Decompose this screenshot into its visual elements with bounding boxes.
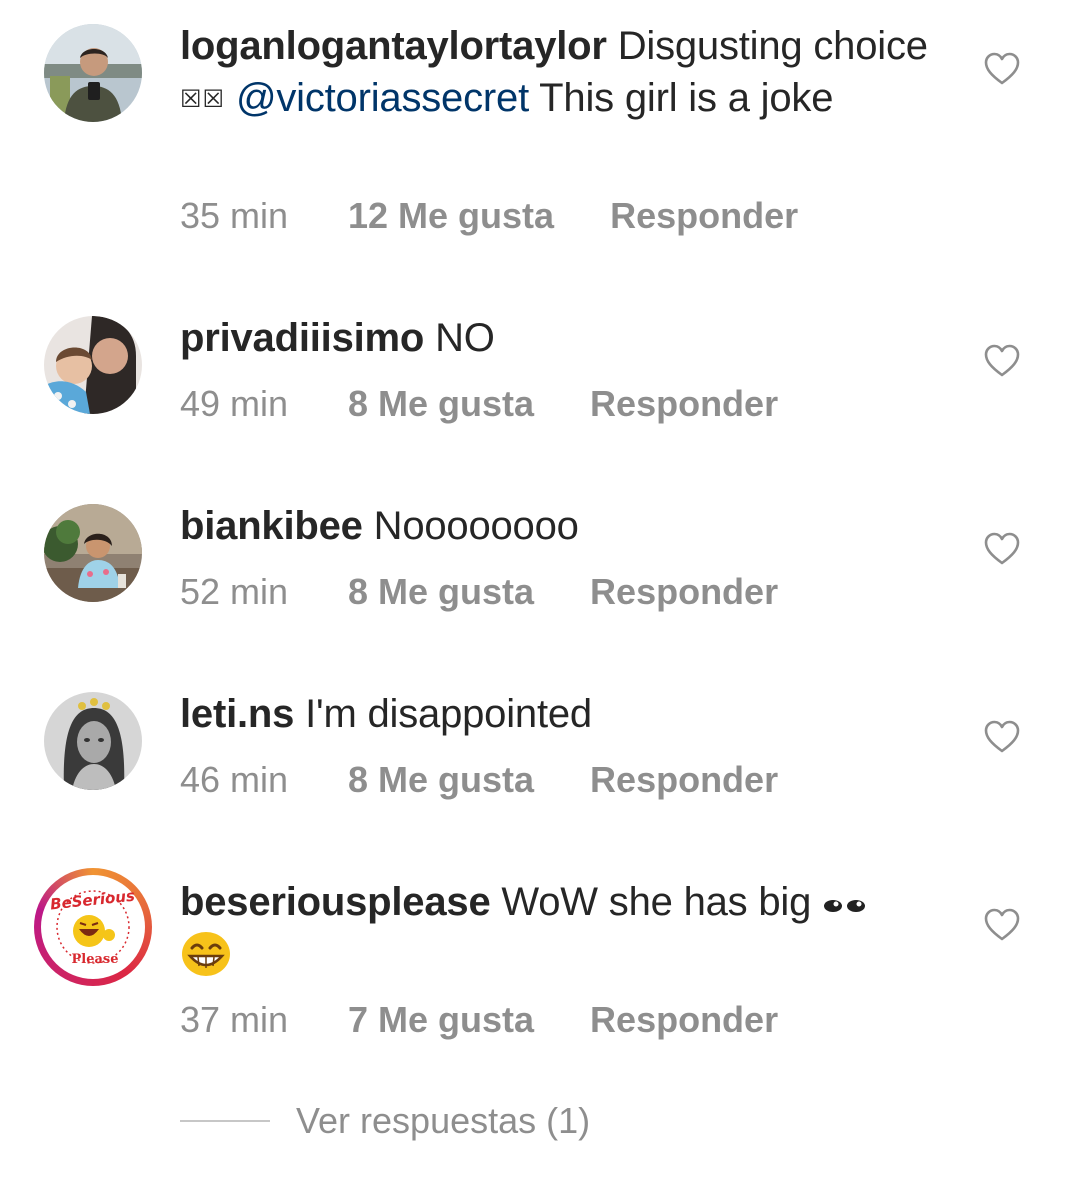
comment-meta: 35 min 12 Me gusta Responder [180,194,798,238]
comment-body: WoW she has big [501,880,812,924]
comment-text: beseriousplease WoW she has big [180,876,970,991]
view-replies-label: Ver respuestas (1) [296,1100,591,1141]
user-photo-girl-bw-icon [44,692,142,790]
comment-text: loganlogantaylortaylor Disgusting choice… [180,20,970,126]
user-photo-two-people-icon [44,316,142,414]
comment-meta: 52 min 8 Me gusta Responder [180,570,778,614]
likes-count[interactable]: 12 Me gusta [348,194,554,238]
like-heart-icon[interactable] [984,344,1020,378]
comment-text: leti.ns I'm disappointed [180,688,970,740]
avatar[interactable] [44,316,142,414]
reply-button[interactable]: Responder [590,382,778,426]
like-heart-icon[interactable] [984,532,1020,566]
logo-text-bottom: Please [72,952,119,967]
grinning-face-emoji-icon [180,930,232,991]
comment-body: Disgusting choice [617,24,928,68]
avatar[interactable] [44,24,142,122]
comment-meta: 49 min 8 Me gusta Responder [180,382,778,426]
comment-username[interactable]: privadiiisimo [180,316,424,360]
reply-button[interactable]: Responder [590,758,778,802]
comment-body-continued: This girl is a joke [528,76,834,120]
comment-time: 52 min [180,571,289,612]
comment-meta: 46 min 8 Me gusta Responder [180,758,778,802]
mention-link[interactable]: @victoriassecret [236,76,529,120]
eyes-emoji-icon [822,878,868,930]
likes-count[interactable]: 8 Me gusta [348,570,534,614]
unknown-glyphs: ☒☒ [180,86,226,113]
avatar[interactable] [44,692,142,790]
like-heart-icon[interactable] [984,720,1020,754]
avatar-with-story-ring[interactable]: BeSerious Please [34,868,152,986]
like-heart-icon[interactable] [984,52,1020,86]
comment-time: 35 min [180,195,289,236]
comment-username[interactable]: leti.ns [180,692,294,736]
divider-line [180,1120,270,1122]
like-heart-icon[interactable] [984,908,1020,942]
comment-body: Noooooooo [373,504,579,548]
comment-text: privadiiisimo NO [180,312,970,364]
reply-button[interactable]: Responder [610,194,798,238]
view-replies-button[interactable]: Ver respuestas (1) [180,1098,590,1144]
comment-username[interactable]: beseriousplease [180,880,491,924]
comment-time: 46 min [180,759,289,800]
comment-time: 37 min [180,999,289,1040]
comment-body: NO [435,316,495,360]
reply-button[interactable]: Responder [590,998,778,1042]
user-photo-man-icon [44,24,142,122]
comment-username[interactable]: biankibee [180,504,363,548]
reply-button[interactable]: Responder [590,570,778,614]
comment-body: I'm disappointed [305,692,592,736]
comment-time: 49 min [180,383,289,424]
likes-count[interactable]: 7 Me gusta [348,998,534,1042]
avatar[interactable] [44,504,142,602]
user-photo-woman-cafe-icon [44,504,142,602]
likes-count[interactable]: 8 Me gusta [348,382,534,426]
beserious-please-logo-icon: BeSerious Please [47,881,139,973]
comment-username[interactable]: loganlogantaylortaylor [180,24,607,68]
comment-meta: 37 min 7 Me gusta Responder [180,998,778,1042]
likes-count[interactable]: 8 Me gusta [348,758,534,802]
comment-text: biankibee Noooooooo [180,500,970,552]
avatar-inner: BeSerious Please [41,875,145,979]
